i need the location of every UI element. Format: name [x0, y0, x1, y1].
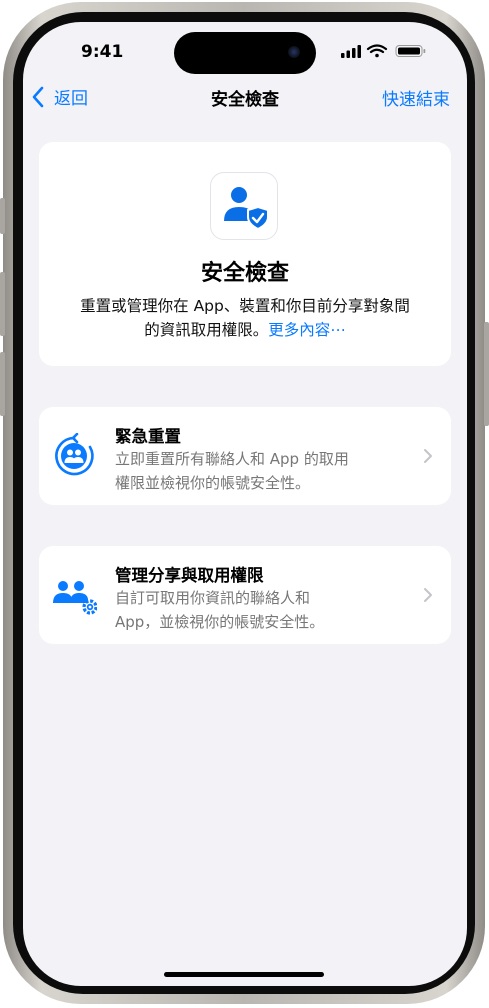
page-title: 安全檢查	[200, 261, 289, 286]
home-indicator[interactable]	[164, 972, 324, 977]
description-prefix: 的資訊取用權限。	[144, 321, 269, 339]
option-desc-line-1: 自訂可取用你資訊的聯絡人和	[115, 589, 311, 607]
chevron-right-icon	[424, 449, 432, 463]
safety-check-header-card: 安全檢查 重置或管理你在 App、裝置和你目前分享對象間 的資訊取用權限。更多內…	[39, 142, 451, 366]
option-desc-line-2: App，並檢視你的帳號安全性。	[115, 613, 325, 631]
emergency-reset-option[interactable]: 緊急重置 立即重置所有聯絡人和 App 的取用 權限並檢視你的帳號安全性。	[39, 407, 451, 505]
page-description: 重置或管理你在 App、裝置和你目前分享對象間 的資訊取用權限。更多內容⋯	[57, 294, 433, 342]
safety-check-app-icon	[210, 172, 278, 240]
action-button	[0, 198, 5, 234]
battery-icon	[395, 45, 426, 57]
wifi-icon	[366, 44, 388, 58]
option-desc-line-1: 立即重置所有聯絡人和 App 的取用	[115, 450, 349, 468]
status-time: 9:41	[81, 42, 124, 62]
volume-up-button	[0, 272, 5, 336]
chevron-right-icon	[424, 588, 432, 602]
cellular-signal-icon	[341, 45, 361, 58]
more-link[interactable]: 更多內容⋯	[268, 321, 346, 339]
description-line-1: 重置或管理你在 App、裝置和你目前分享對象間	[80, 297, 410, 315]
option-desc-line-2: 權限並檢視你的帳號安全性。	[115, 474, 311, 492]
volume-down-button	[0, 352, 5, 416]
camera-icon	[288, 46, 300, 58]
option-title: 管理分享與取用權限	[115, 566, 264, 585]
option-description: 立即重置所有聯絡人和 App 的取用 權限並檢視你的帳號安全性。	[115, 447, 405, 495]
emergency-reset-icon	[55, 433, 94, 476]
person-shield-icon	[224, 187, 269, 231]
option-title: 緊急重置	[115, 427, 181, 446]
quick-exit-button[interactable]: 快速結束	[382, 85, 450, 110]
description-line-2: 的資訊取用權限。更多內容⋯	[57, 318, 433, 342]
screen: 9:41 返回 安全檢查 快速結束 安全檢查 重置或管理你在 App、裝置和你目…	[23, 22, 467, 986]
side-button	[484, 322, 489, 426]
status-icons	[341, 44, 426, 58]
option-description: 自訂可取用你資訊的聯絡人和 App，並檢視你的帳號安全性。	[115, 586, 405, 634]
dynamic-island	[174, 32, 316, 74]
manage-sharing-option[interactable]: 管理分享與取用權限 自訂可取用你資訊的聯絡人和 App，並檢視你的帳號安全性。	[39, 546, 451, 644]
manage-sharing-icon	[53, 581, 97, 615]
